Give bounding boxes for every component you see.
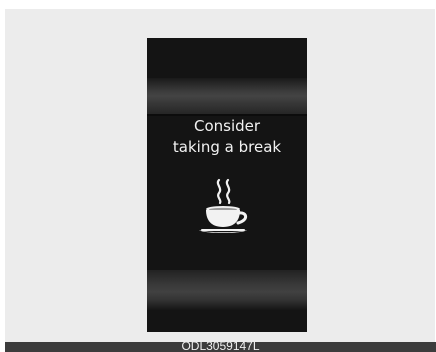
coffee-cup-icon: [199, 178, 248, 233]
figure-code: ODL3059147L: [181, 342, 260, 352]
message-line-1: Consider: [193, 117, 261, 135]
message-line-2: taking a break: [172, 138, 282, 156]
break-warning-message: Consider taking a break: [147, 116, 307, 158]
figure-frame: Consider taking a break: [5, 9, 435, 342]
display-top-band: [147, 78, 307, 114]
cluster-display: Consider taking a break: [147, 38, 307, 332]
figure-caption-bar: ODL3059147L: [5, 342, 436, 352]
display-bottom-band: [147, 270, 307, 310]
